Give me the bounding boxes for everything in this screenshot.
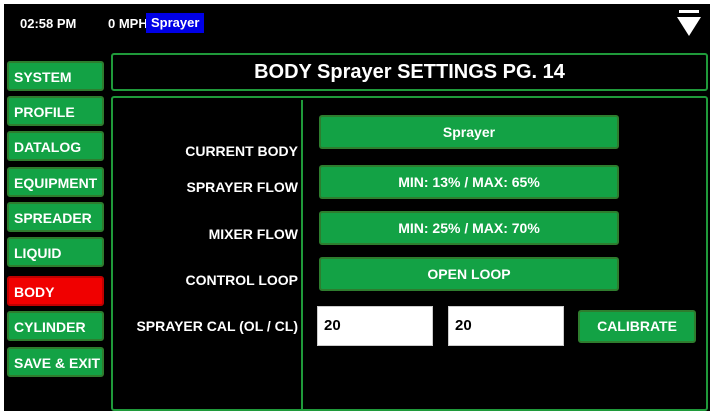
current-body-label: CURRENT BODY <box>185 143 298 159</box>
mixer-flow-label: MIXER FLOW <box>208 226 298 242</box>
sidebar-item-save-exit[interactable]: SAVE & EXIT <box>7 347 104 377</box>
down-triangle-icon[interactable] <box>676 8 702 38</box>
sidebar-item-cylinder[interactable]: CYLINDER <box>7 311 104 341</box>
mode-badge: Sprayer <box>146 13 205 33</box>
sidebar-item-system[interactable]: SYSTEM <box>7 61 104 91</box>
sidebar-item-body[interactable]: BODY <box>7 276 104 306</box>
speed-readout: 0 MPH <box>108 16 148 31</box>
current-body-button[interactable]: Sprayer <box>319 115 619 149</box>
page-title: BODY Sprayer SETTINGS PG. 14 <box>111 53 708 91</box>
sprayer-flow-button[interactable]: MIN: 13% / MAX: 65% <box>319 165 619 199</box>
closed-loop-cal-input[interactable]: 20 <box>448 306 564 346</box>
sidebar-item-profile[interactable]: PROFILE <box>7 96 104 126</box>
column-divider <box>301 100 303 411</box>
sprayer-flow-label: SPRAYER FLOW <box>186 179 299 195</box>
clock: 02:58 PM <box>20 16 77 31</box>
status-bar: 02:58 PM 0 MPH Sprayer <box>4 4 710 41</box>
mixer-flow-button[interactable]: MIN: 25% / MAX: 70% <box>319 211 619 245</box>
sidebar-item-datalog[interactable]: DATALOG <box>7 131 104 161</box>
control-loop-button[interactable]: OPEN LOOP <box>319 257 619 291</box>
calibrate-button[interactable]: CALIBRATE <box>578 310 696 343</box>
sidebar-item-spreader[interactable]: SPREADER <box>7 202 104 232</box>
control-loop-label: CONTROL LOOP <box>185 272 298 288</box>
open-loop-cal-input[interactable]: 20 <box>317 306 433 346</box>
sprayer-cal-label: SPRAYER CAL (OL / CL) <box>136 318 298 334</box>
sidebar-item-equipment[interactable]: EQUIPMENT <box>7 167 104 197</box>
sidebar-item-liquid[interactable]: LIQUID <box>7 237 104 267</box>
screen: 02:58 PM 0 MPH Sprayer SYSTEM PROFILE DA… <box>4 4 710 411</box>
